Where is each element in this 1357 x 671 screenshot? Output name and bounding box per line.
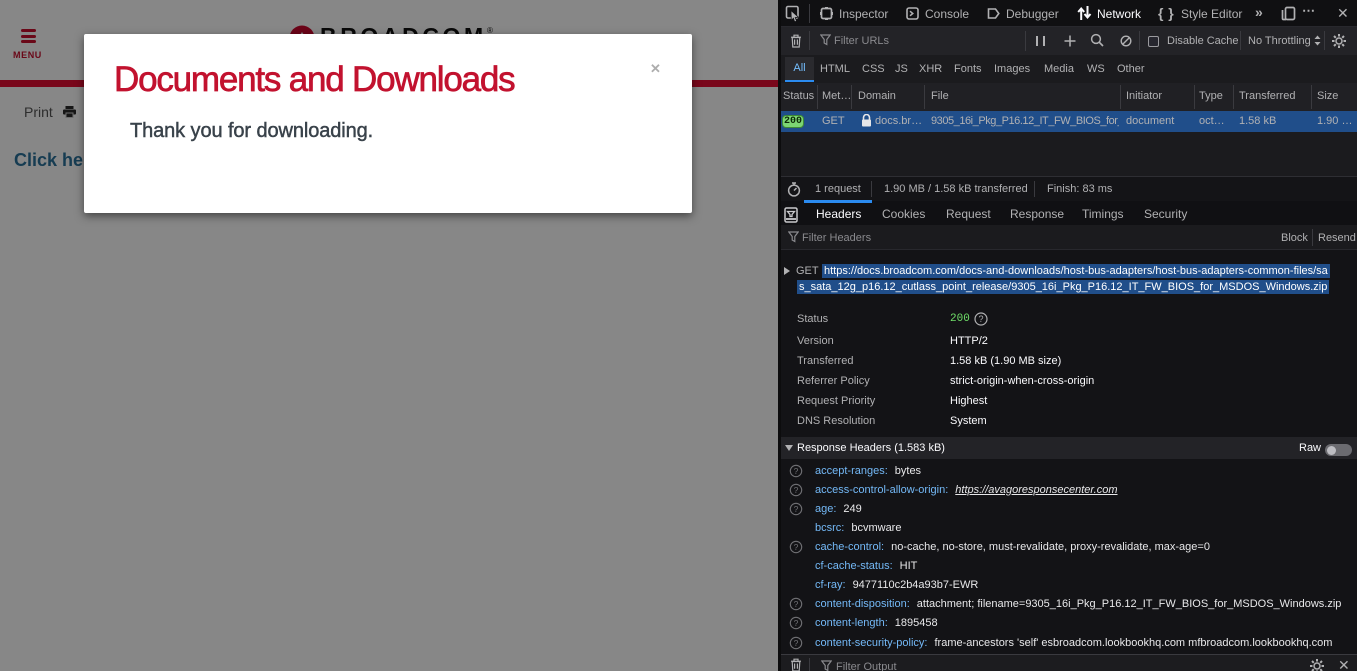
svg-text:?: ? [794,504,799,514]
svg-text:?: ? [794,618,799,628]
svg-text:?: ? [794,466,799,476]
svg-text:?: ? [794,542,799,552]
svg-text:?: ? [978,314,983,324]
svg-text:?: ? [794,638,799,648]
svg-text:?: ? [794,485,799,495]
svg-text:?: ? [794,599,799,609]
